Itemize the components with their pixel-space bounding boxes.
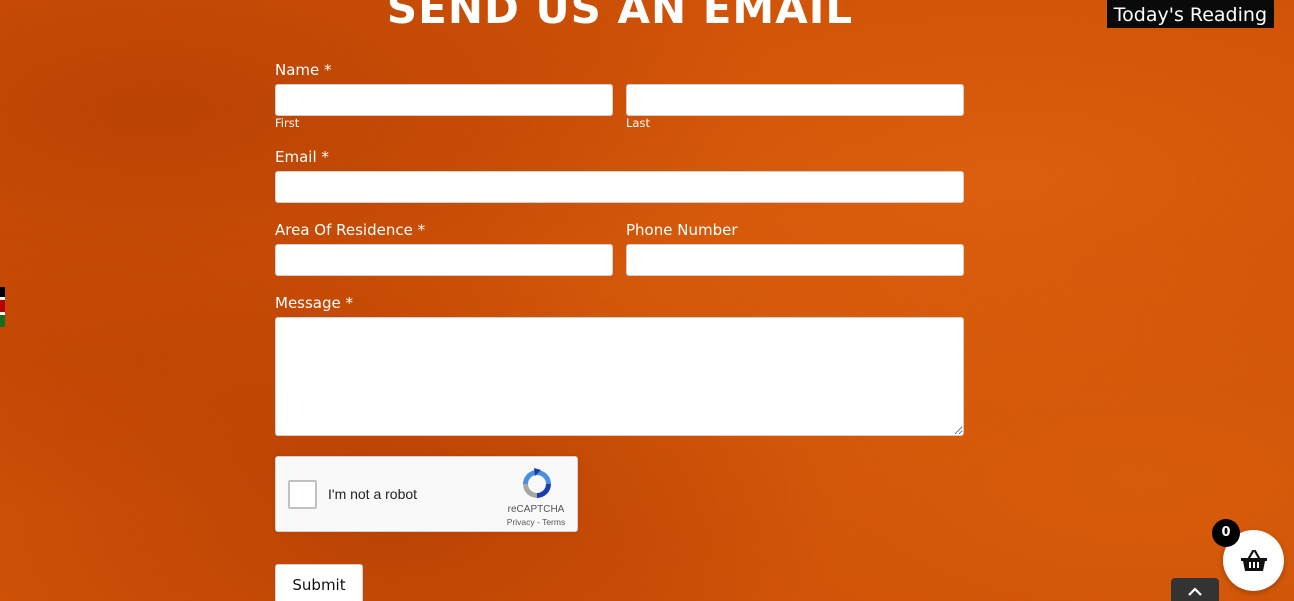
residence-input[interactable] <box>275 244 613 276</box>
basket-icon <box>1240 549 1267 571</box>
submit-button[interactable]: Submit <box>275 564 363 601</box>
last-name-input[interactable] <box>626 84 964 116</box>
recaptcha-label: I'm not a robot <box>328 486 418 502</box>
scroll-to-top-button[interactable] <box>1171 578 1219 601</box>
kenya-flag-icon[interactable] <box>0 287 5 327</box>
message-label: Message * <box>275 294 354 312</box>
todays-reading-button[interactable]: Today's Reading <box>1106 0 1274 28</box>
message-textarea[interactable] <box>275 317 964 436</box>
chevron-up-icon <box>1188 587 1202 596</box>
name-label: Name * <box>275 61 332 79</box>
phone-label: Phone Number <box>626 221 738 239</box>
recaptcha-logo-icon <box>523 468 551 498</box>
email-field[interactable] <box>275 171 964 203</box>
recaptcha-brand: reCAPTCHA <box>507 504 565 515</box>
cart-count-badge: 0 <box>1212 519 1240 547</box>
page-title: SEND US AN EMAIL <box>386 0 854 33</box>
email-label: Email * <box>275 148 329 166</box>
last-sublabel: Last <box>626 116 650 130</box>
residence-label: Area Of Residence * <box>275 221 426 239</box>
recaptcha-links[interactable]: Privacy - Terms <box>496 517 576 527</box>
phone-input[interactable] <box>626 244 964 276</box>
first-name-input[interactable] <box>275 84 613 116</box>
recaptcha-checkbox[interactable] <box>288 480 317 509</box>
first-sublabel: First <box>275 116 300 130</box>
recaptcha-widget: I'm not a robot reCAPTCHA Privacy - Term… <box>275 456 578 532</box>
